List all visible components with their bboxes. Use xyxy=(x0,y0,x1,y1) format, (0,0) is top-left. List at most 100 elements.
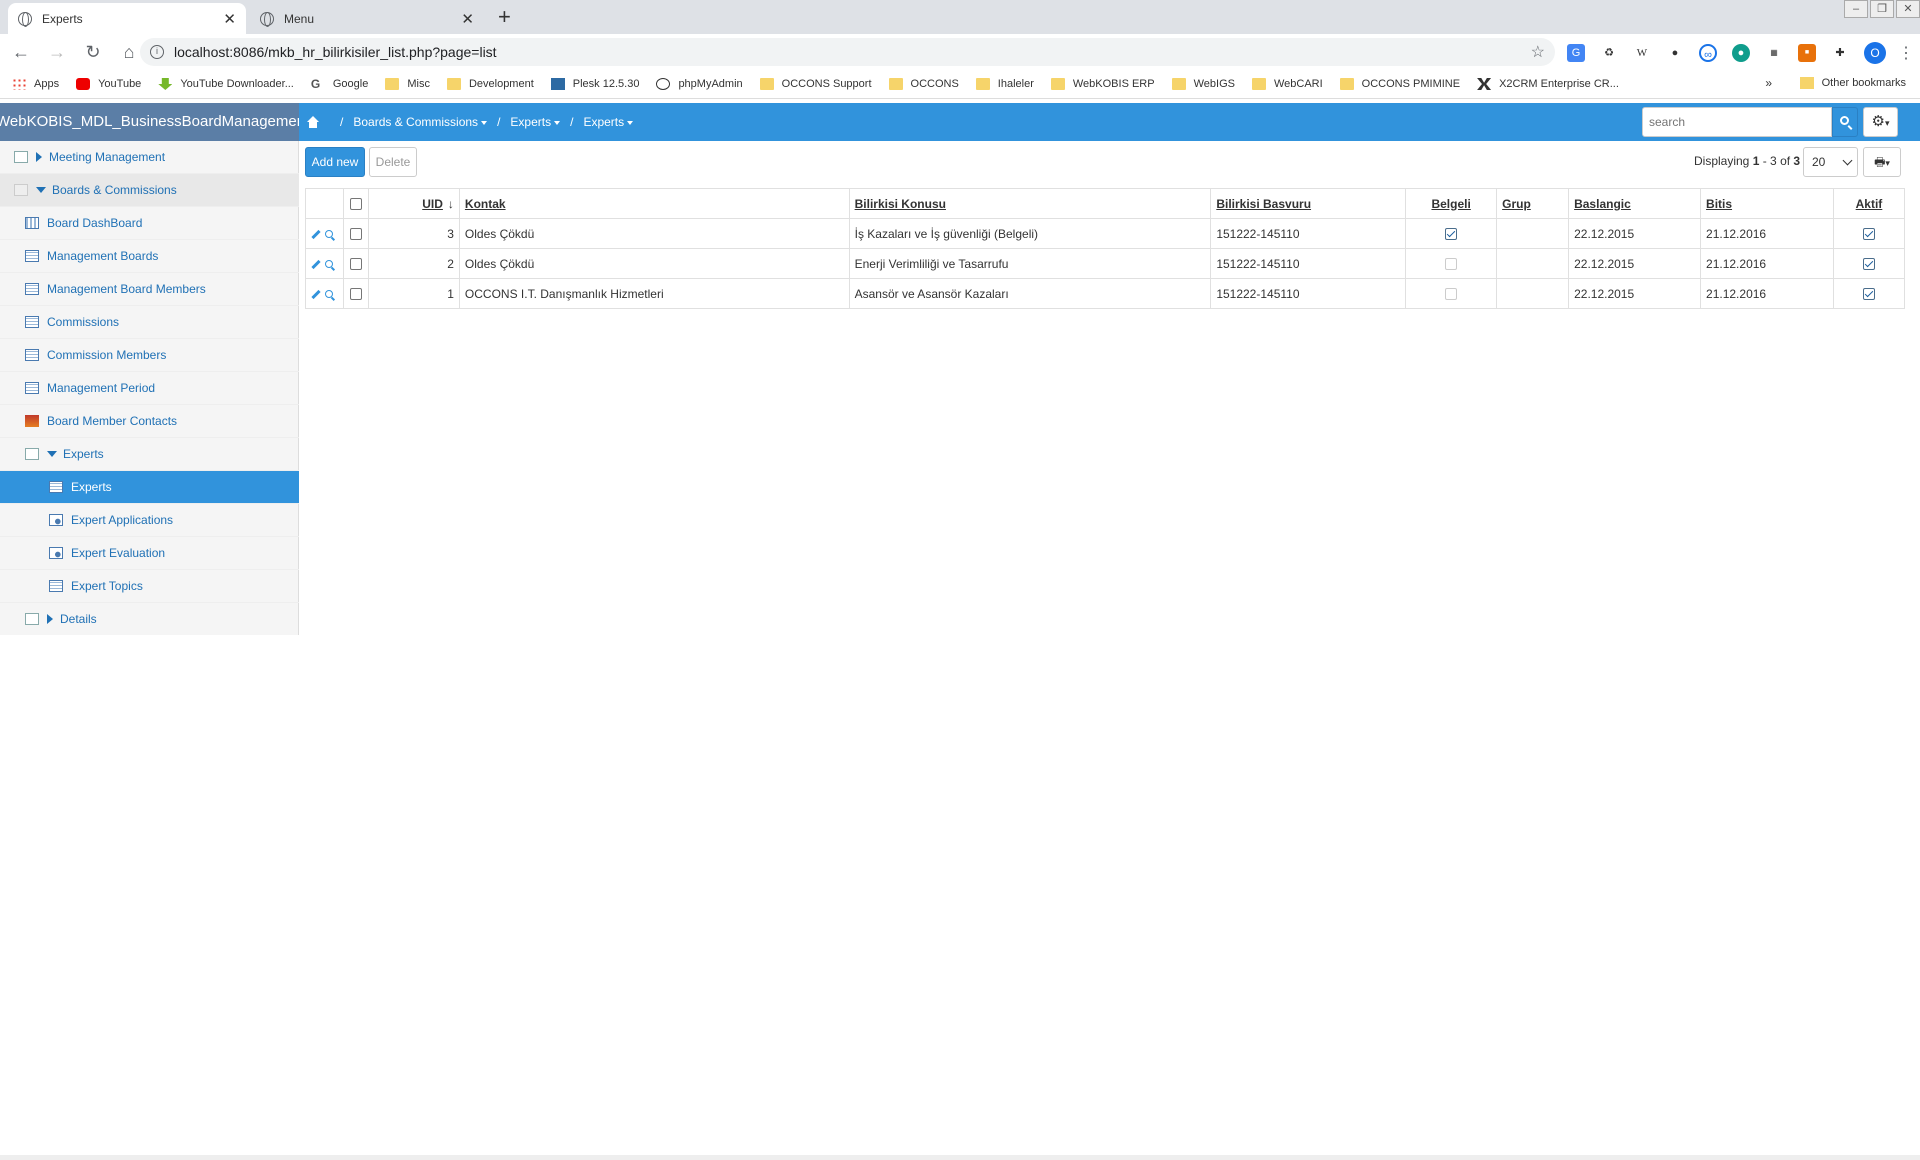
table-icon xyxy=(49,481,63,493)
gear-icon: ⚙ xyxy=(1871,113,1885,130)
forward-icon[interactable]: → xyxy=(42,42,72,63)
expand-arrow-icon[interactable] xyxy=(36,152,42,162)
bookmark-occons-pmimine[interactable]: OCCONS PMIMINE xyxy=(1339,78,1460,90)
sidebar-item-expert-topics[interactable]: Expert Topics xyxy=(0,570,299,603)
map-pin-icon[interactable]: ● xyxy=(1666,44,1684,62)
other-bookmarks[interactable]: Other bookmarks xyxy=(1799,77,1906,89)
sidebar-item-commission-members[interactable]: Commission Members xyxy=(0,339,299,372)
sidebar-item-expert-applications[interactable]: Expert Applications xyxy=(0,504,299,537)
row-checkbox[interactable] xyxy=(349,288,362,301)
delete-button[interactable]: Delete xyxy=(369,147,417,177)
new-tab-button[interactable]: + xyxy=(498,4,511,30)
sidebar-item-meeting-management[interactable]: Meeting Management xyxy=(0,141,299,174)
select-all-checkbox[interactable] xyxy=(349,198,362,211)
row-checkbox[interactable] xyxy=(349,228,362,241)
bookmark-webigs[interactable]: WebIGS xyxy=(1171,78,1235,90)
edit-icon[interactable] xyxy=(311,289,321,299)
column-kontak[interactable]: Kontak xyxy=(458,188,850,219)
close-tab-icon[interactable]: ✕ xyxy=(223,10,236,28)
sidebar-item-experts-group[interactable]: Experts xyxy=(0,438,299,471)
info-icon[interactable]: i xyxy=(150,45,164,59)
page-size-select[interactable]: 20 xyxy=(1803,147,1858,177)
column-bilirkisi-konusu[interactable]: Bilirkisi Konusu xyxy=(848,188,1212,219)
view-icon[interactable] xyxy=(325,260,333,269)
search-button[interactable] xyxy=(1832,107,1858,137)
bookmark-ihaleler[interactable]: Ihaleler xyxy=(975,78,1034,90)
column-grup[interactable]: Grup xyxy=(1496,188,1570,219)
sidebar-item-commissions[interactable]: Commissions xyxy=(0,306,299,339)
edit-icon[interactable] xyxy=(311,229,321,239)
add-new-button[interactable]: Add new xyxy=(305,147,365,177)
caret-down-icon: ▾ xyxy=(1885,158,1890,168)
sidebar: Meeting Management Boards & Commissions … xyxy=(0,141,299,1156)
bookmark-development[interactable]: Development xyxy=(446,78,534,90)
bookmark-webcari[interactable]: WebCARI xyxy=(1251,78,1323,90)
bookmark-misc[interactable]: Misc xyxy=(385,78,430,90)
extension-loop-icon[interactable]: ∞ xyxy=(1699,44,1717,62)
row-checkbox[interactable] xyxy=(349,258,362,271)
bookmark-google[interactable]: G Google xyxy=(311,77,368,91)
view-icon[interactable] xyxy=(325,290,333,299)
bookmark-plesk[interactable]: Plesk 12.5.30 xyxy=(550,78,639,90)
column-aktif[interactable]: Aktif xyxy=(1832,188,1906,219)
tab-menu[interactable]: Menu ✕ xyxy=(250,3,484,34)
sidebar-item-details[interactable]: Details xyxy=(0,603,299,636)
extension-grid-icon[interactable]: ▦ xyxy=(1765,44,1783,62)
bookmark-apps[interactable]: Apps xyxy=(12,78,59,90)
close-window-icon[interactable]: ✕ xyxy=(1896,0,1920,18)
wikipedia-icon[interactable]: W xyxy=(1633,44,1651,62)
sidebar-item-expert-evaluation[interactable]: Expert Evaluation xyxy=(0,537,299,570)
column-uid[interactable]: UID ↓ xyxy=(367,188,460,219)
more-menu-icon[interactable]: ⋮ xyxy=(1898,43,1914,63)
print-button[interactable]: 🖶▾ xyxy=(1863,147,1901,177)
column-belgeli[interactable]: Belgeli xyxy=(1405,188,1498,219)
edit-icon[interactable] xyxy=(311,259,321,269)
translate-icon[interactable]: G xyxy=(1567,44,1585,62)
address-bar[interactable]: i localhost:8086/mkb_hr_bilirkisiler_lis… xyxy=(140,38,1555,66)
close-tab-icon[interactable]: ✕ xyxy=(461,10,474,28)
sidebar-item-board-member-contacts[interactable]: Board Member Contacts xyxy=(0,405,299,438)
folder-icon xyxy=(1799,77,1814,89)
sidebar-item-management-period[interactable]: Management Period xyxy=(0,372,299,405)
breadcrumb-experts[interactable]: Experts xyxy=(583,115,634,129)
home-icon[interactable] xyxy=(306,116,320,128)
search-input[interactable] xyxy=(1642,107,1832,137)
breadcrumb-boards-commissions[interactable]: Boards & Commissions xyxy=(353,115,488,129)
sidebar-item-management-board-members[interactable]: Management Board Members xyxy=(0,273,299,306)
cell-grup xyxy=(1496,278,1570,309)
sidebar-item-management-boards[interactable]: Management Boards xyxy=(0,240,299,273)
view-icon[interactable] xyxy=(325,230,333,239)
app-brand[interactable]: WebKOBIS_MDL_BusinessBoardManagement xyxy=(0,103,299,141)
page-icon xyxy=(25,613,39,625)
bookmark-youtube-downloader[interactable]: YouTube Downloader... xyxy=(158,78,294,90)
recycle-icon[interactable]: ♻ xyxy=(1600,44,1618,62)
bookmark-webkobis-erp[interactable]: WebKOBIS ERP xyxy=(1050,78,1155,90)
bookmark-x2crm[interactable]: X2CRM Enterprise CR... xyxy=(1477,78,1619,90)
column-baslangic[interactable]: Baslangic xyxy=(1568,188,1702,219)
settings-button[interactable]: ⚙▾ xyxy=(1863,107,1898,137)
more-bookmarks-button[interactable]: » xyxy=(1765,76,1772,90)
sidebar-item-experts[interactable]: Experts xyxy=(0,471,299,504)
bookmark-star-icon[interactable]: ☆ xyxy=(1531,42,1545,62)
extension-circle-icon[interactable]: ● xyxy=(1732,44,1750,62)
column-bilirkisi-basvuru[interactable]: Bilirkisi Basvuru xyxy=(1210,188,1407,219)
bookmark-phpmyadmin[interactable]: phpMyAdmin xyxy=(656,78,743,90)
collapse-arrow-icon[interactable] xyxy=(47,451,57,457)
sidebar-item-boards-commissions[interactable]: Boards & Commissions xyxy=(0,174,299,207)
puzzle-icon[interactable]: ✚ xyxy=(1831,44,1849,62)
bookmark-occons-support[interactable]: OCCONS Support xyxy=(759,78,872,90)
extension-orange-icon[interactable]: ■ xyxy=(1798,44,1816,62)
tab-experts[interactable]: Experts ✕ xyxy=(8,3,246,34)
profile-avatar[interactable]: O xyxy=(1864,42,1886,64)
minimize-icon[interactable]: – xyxy=(1844,0,1868,18)
expand-arrow-icon[interactable] xyxy=(47,614,53,624)
restore-icon[interactable]: ❐ xyxy=(1870,0,1894,18)
back-icon[interactable]: ← xyxy=(6,42,36,63)
bookmark-youtube[interactable]: YouTube xyxy=(76,78,141,90)
breadcrumb-experts-group[interactable]: Experts xyxy=(510,115,561,129)
sidebar-item-board-dashboard[interactable]: Board DashBoard xyxy=(0,207,299,240)
reload-icon[interactable]: ↻ xyxy=(78,42,108,63)
column-bitis[interactable]: Bitis xyxy=(1700,188,1834,219)
collapse-arrow-icon[interactable] xyxy=(36,187,46,193)
bookmark-occons[interactable]: OCCONS xyxy=(888,78,959,90)
